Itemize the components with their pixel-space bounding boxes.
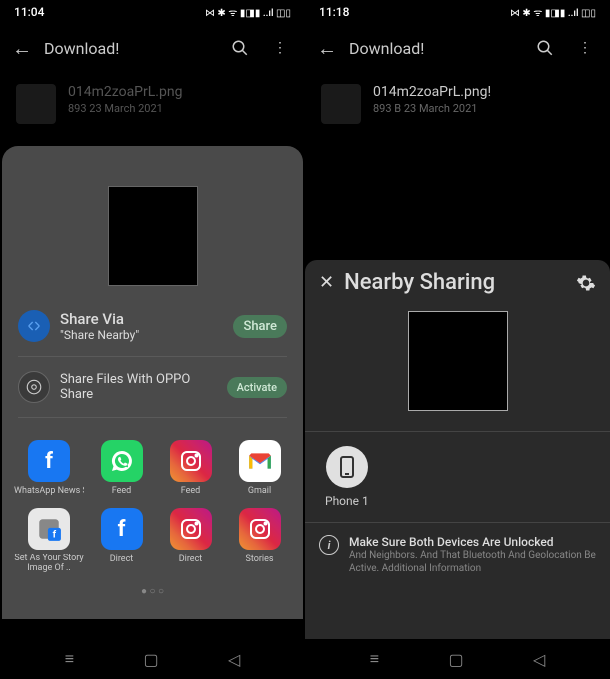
whatsapp-icon <box>101 440 143 482</box>
device-phone1[interactable]: Phone 1 <box>325 446 369 508</box>
divider <box>18 356 287 357</box>
app-facebook[interactable]: f WhatsApp News Section <box>14 440 84 496</box>
file-meta: 893 23 March 2021 <box>68 102 182 115</box>
info-row[interactable]: i Make Sure Both Devices Are Unlocked An… <box>305 522 610 587</box>
facebook-icon: f <box>28 440 70 482</box>
fb-story-icon: f <box>28 508 70 550</box>
header-title: Download! <box>44 39 213 58</box>
instagram-icon <box>239 508 281 550</box>
app-label: Set As Your Story Image Of .. <box>14 554 84 574</box>
back-icon[interactable]: ← <box>12 36 32 61</box>
nearby-sheet: ✕ Nearby Sharing Phone 1 i Make Sure Bot… <box>305 260 610 639</box>
nearby-title: Nearby Sharing <box>344 270 566 295</box>
gmail-icon <box>239 440 281 482</box>
status-time: 11:04 <box>14 5 44 19</box>
nav-home-icon[interactable]: ▢ <box>143 650 158 669</box>
phone-icon <box>326 446 368 488</box>
info-icon: i <box>319 535 339 555</box>
file-thumbnail <box>16 84 56 124</box>
gear-icon[interactable] <box>576 273 596 293</box>
app-label: Feed <box>181 486 201 496</box>
header-title: Download! <box>349 39 518 58</box>
share-nearby-row[interactable]: Share Via "Share Nearby" Share <box>2 302 303 350</box>
more-icon[interactable]: ⋮ <box>267 40 293 56</box>
share-sheet: Share Via "Share Nearby" Share Share Fil… <box>2 146 303 619</box>
info-sub: And Neighbors. And That Bluetooth And Ge… <box>349 549 596 575</box>
preview-image <box>408 311 508 411</box>
app-fb-direct[interactable]: f Direct <box>90 508 153 574</box>
activate-button[interactable]: Activate <box>227 377 287 398</box>
share-button[interactable]: Share <box>233 315 287 338</box>
nav-back-icon[interactable]: ◁ <box>533 650 545 669</box>
file-item[interactable]: 014m2zoaPrL.png 893 23 March 2021 <box>0 72 305 136</box>
instagram-icon <box>170 440 212 482</box>
app-instagram[interactable]: Feed <box>159 440 222 496</box>
app-label: Gmail <box>248 486 271 496</box>
app-whatsapp[interactable]: Feed <box>90 440 153 496</box>
screen-right: 11:18 ⋈ ✱ ᯤ ▮◨▮ ..ıl ◫▯ ← Download! ⋮ 01… <box>305 0 610 679</box>
file-meta: 893 B 23 March 2021 <box>373 102 491 115</box>
share-via-sub: "Share Nearby" <box>60 328 223 342</box>
app-grid: f WhatsApp News Section Feed Feed Gmail <box>2 424 303 582</box>
app-label: WhatsApp News Section <box>14 486 84 496</box>
facebook-icon: f <box>101 508 143 550</box>
app-header: ← Download! ⋮ <box>305 24 610 72</box>
nav-bar: ≡ ▢ ◁ <box>305 639 610 679</box>
status-bar: 11:18 ⋈ ✱ ᯤ ▮◨▮ ..ıl ◫▯ <box>305 0 610 24</box>
nav-recent-icon[interactable]: ≡ <box>370 649 379 669</box>
app-label: Stories <box>246 554 274 564</box>
app-gmail[interactable]: Gmail <box>228 440 291 496</box>
back-icon[interactable]: ← <box>317 36 337 61</box>
svg-text:f: f <box>53 530 57 541</box>
instagram-icon <box>170 508 212 550</box>
app-label: Direct <box>110 554 134 564</box>
more-icon[interactable]: ⋮ <box>572 40 598 56</box>
app-label: Direct <box>179 554 203 564</box>
search-icon[interactable] <box>225 39 255 57</box>
close-icon[interactable]: ✕ <box>319 272 334 293</box>
oppo-share-row[interactable]: Share Files With OPPO Share Activate <box>2 363 303 411</box>
divider <box>18 417 287 418</box>
device-name: Phone 1 <box>325 494 369 508</box>
file-item[interactable]: 014m2zoaPrL.png! 893 B 23 March 2021 <box>305 72 610 136</box>
info-title: Make Sure Both Devices Are Unlocked <box>349 535 596 549</box>
oppo-icon <box>18 371 50 403</box>
app-header: ← Download! ⋮ <box>0 24 305 72</box>
search-icon[interactable] <box>530 39 560 57</box>
share-via-title: Share Via <box>60 310 223 328</box>
status-icons: ⋈ ✱ ᯤ ▮◨▮ ..ıl ◫▯ <box>510 5 596 19</box>
nav-bar: ≡ ▢ ◁ <box>0 639 305 679</box>
app-fb-story[interactable]: f Set As Your Story Image Of .. <box>14 508 84 574</box>
nearby-icon <box>18 310 50 342</box>
oppo-title: Share Files With OPPO Share <box>60 372 217 402</box>
preview-image <box>108 186 198 286</box>
nav-recent-icon[interactable]: ≡ <box>65 649 74 669</box>
app-label: Feed <box>112 486 132 496</box>
nearby-header: ✕ Nearby Sharing <box>305 260 610 305</box>
file-name: 014m2zoaPrL.png <box>68 84 182 100</box>
nav-home-icon[interactable]: ▢ <box>448 650 463 669</box>
device-list: Phone 1 <box>305 432 610 522</box>
app-ig-direct[interactable]: Direct <box>159 508 222 574</box>
status-time: 11:18 <box>319 5 349 19</box>
nav-back-icon[interactable]: ◁ <box>228 650 240 669</box>
status-icons: ⋈ ✱ ᯤ ▮◨▮ ..ıl ◫▯ <box>205 5 291 19</box>
page-dots: ● ○ ○ <box>2 582 303 601</box>
app-ig-stories[interactable]: Stories <box>228 508 291 574</box>
status-bar: 11:04 ⋈ ✱ ᯤ ▮◨▮ ..ıl ◫▯ <box>0 0 305 24</box>
screen-left: 11:04 ⋈ ✱ ᯤ ▮◨▮ ..ıl ◫▯ ← Download! ⋮ 01… <box>0 0 305 679</box>
file-name: 014m2zoaPrL.png! <box>373 84 491 100</box>
file-thumbnail <box>321 84 361 124</box>
